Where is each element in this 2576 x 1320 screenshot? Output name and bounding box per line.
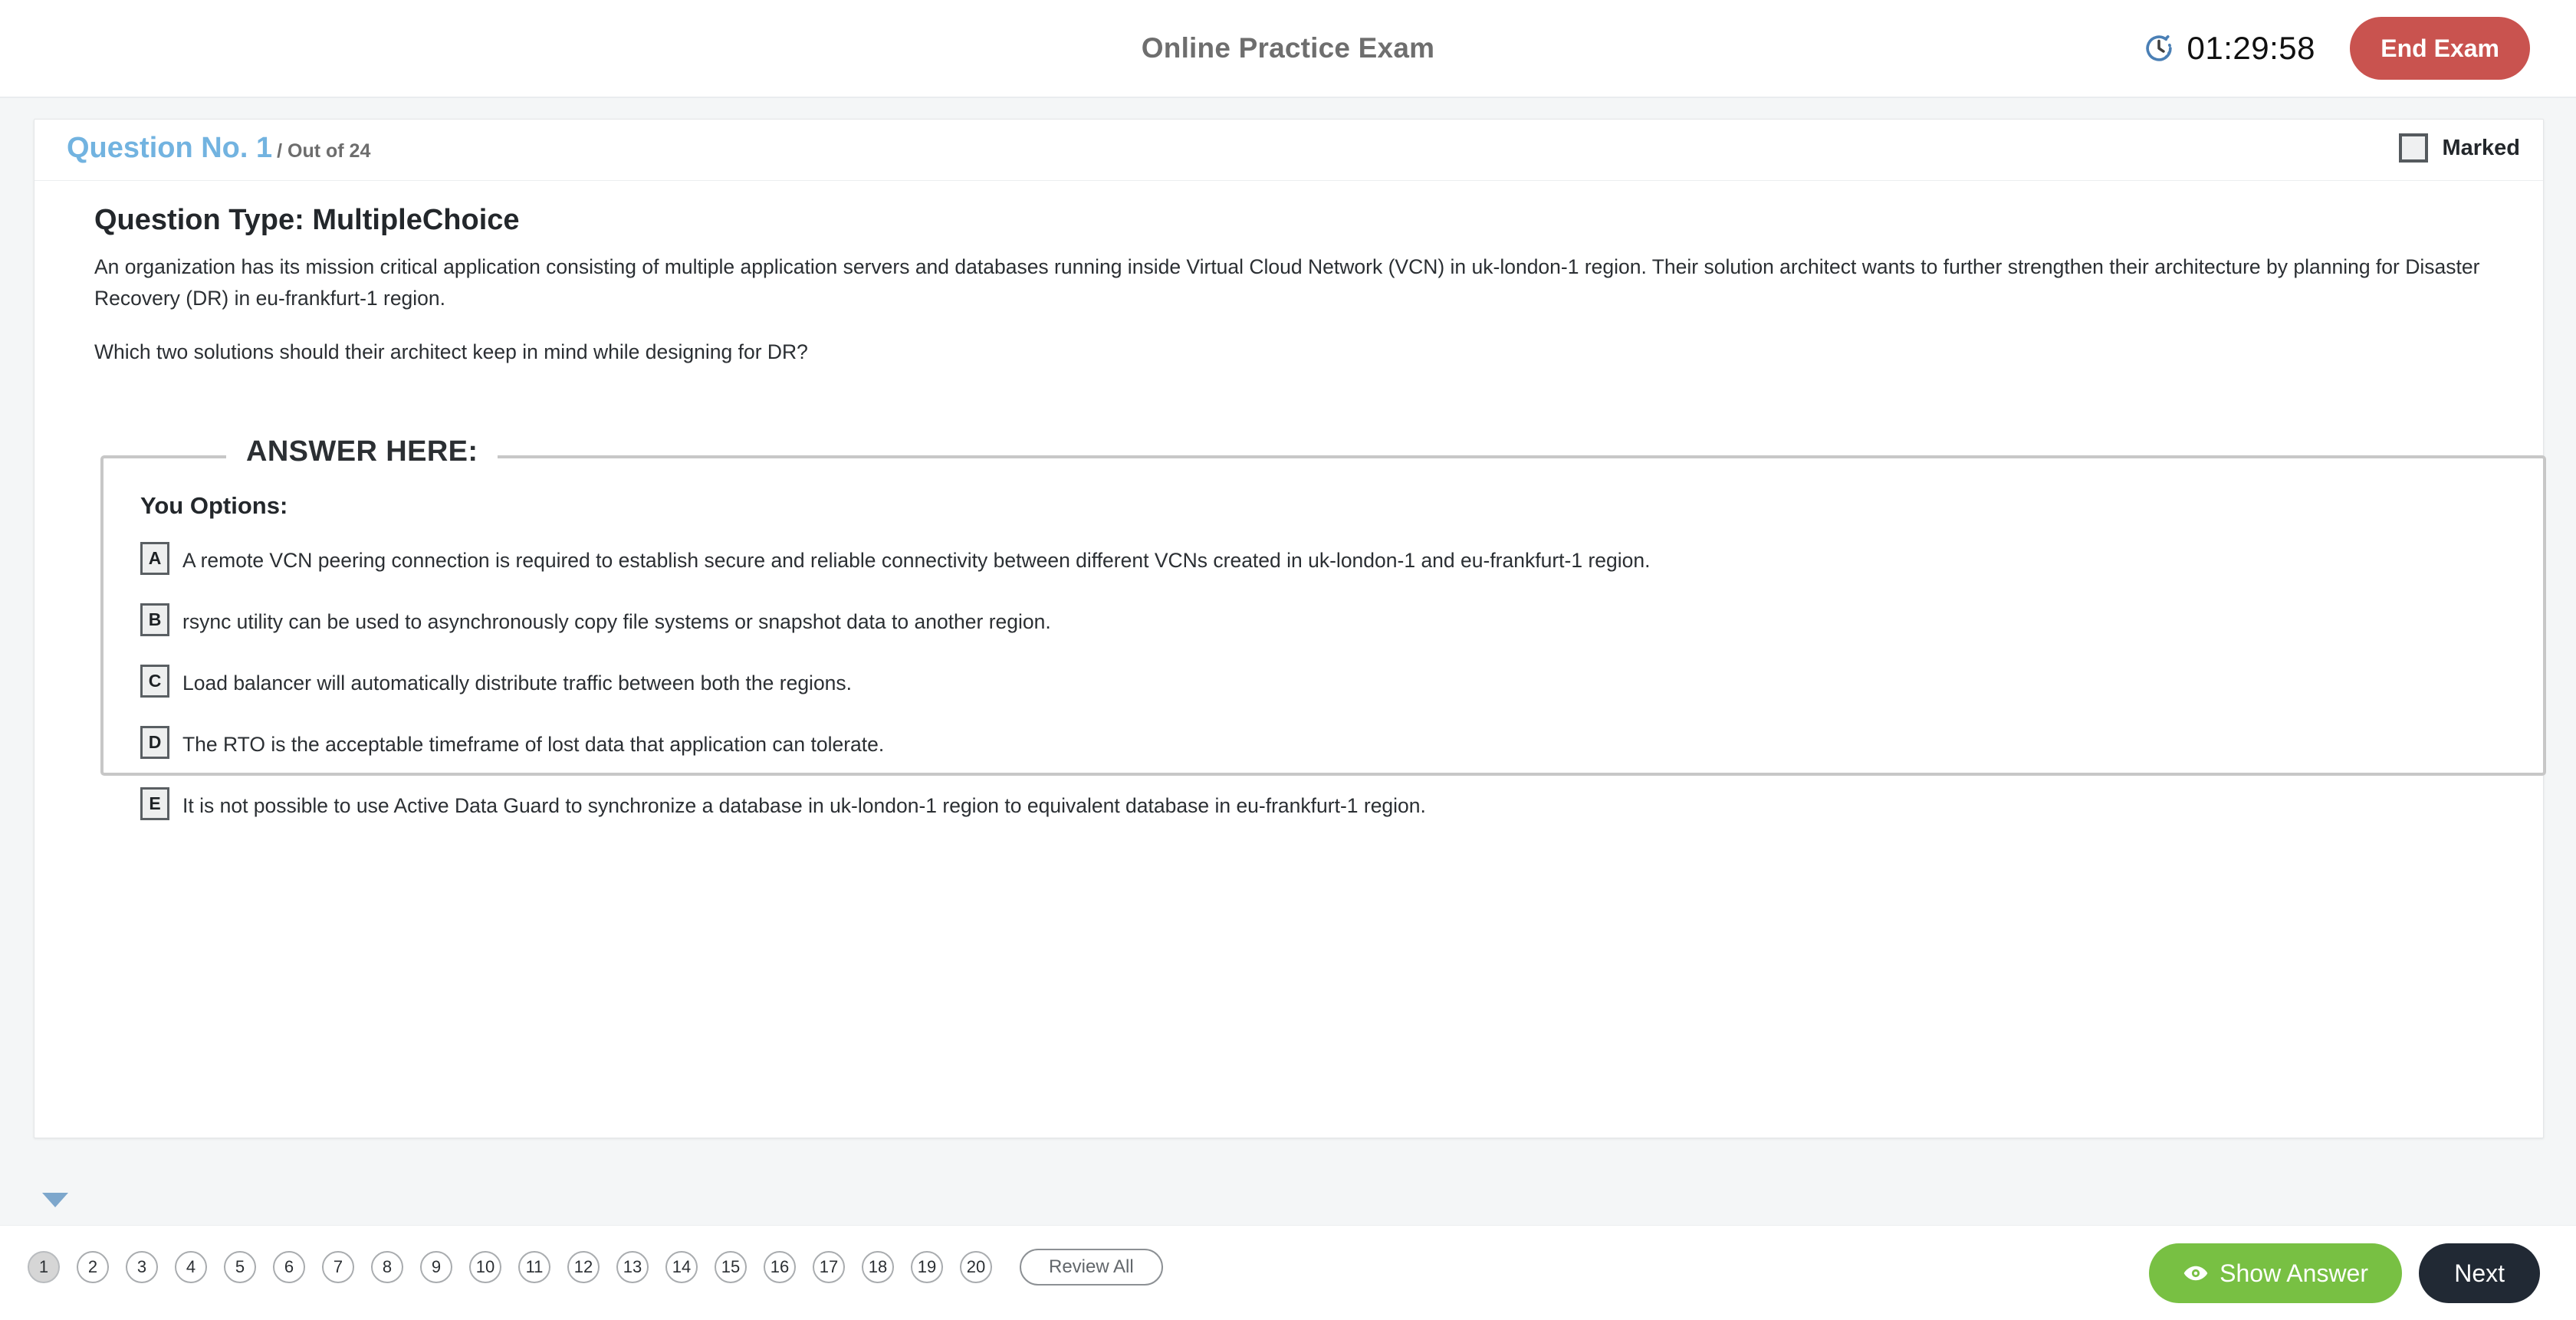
- option-text: rsync utility can be used to asynchronou…: [182, 610, 1051, 633]
- page-button-5[interactable]: 5: [224, 1251, 256, 1283]
- page-button-1[interactable]: 1: [28, 1251, 60, 1283]
- question-type: Question Type: MultipleChoice: [94, 204, 520, 236]
- answer-legend: ANSWER HERE:: [226, 435, 498, 468]
- option-letter-badge: E: [140, 787, 169, 820]
- page-button-16[interactable]: 16: [764, 1251, 796, 1283]
- next-button[interactable]: Next: [2419, 1243, 2540, 1303]
- review-all-button[interactable]: Review All: [1020, 1249, 1163, 1286]
- question-out-of-label: / Out of 24: [277, 140, 371, 162]
- marked-label: Marked: [2442, 135, 2520, 160]
- page-button-3[interactable]: 3: [126, 1251, 158, 1283]
- bottom-nav-bar: 1 2 3 4 5 6 7 8 9 10 11 12 13 14 15 16 1…: [0, 1225, 2576, 1320]
- page-button-4[interactable]: 4: [175, 1251, 207, 1283]
- marked-toggle[interactable]: Marked: [2399, 133, 2520, 163]
- end-exam-button[interactable]: End Exam: [2350, 17, 2530, 80]
- option-letter-badge: C: [140, 665, 169, 698]
- question-number-label: Question No. 1: [67, 132, 273, 164]
- options-title: You Options:: [140, 492, 288, 519]
- timer-value: 01:29:58: [2187, 30, 2315, 66]
- question-text: An organization has its mission critical…: [94, 251, 2525, 390]
- page-button-10[interactable]: 10: [469, 1251, 501, 1283]
- option-text: A remote VCN peering connection is requi…: [182, 549, 1651, 572]
- page-button-9[interactable]: 9: [420, 1251, 452, 1283]
- question-number: Question No. 1/ Out of 24: [67, 132, 370, 165]
- show-answer-label: Show Answer: [2220, 1259, 2368, 1287]
- answer-fieldset: ANSWER HERE: You Options: A A remote VCN…: [100, 435, 2546, 820]
- page-button-11[interactable]: 11: [518, 1251, 550, 1283]
- page-button-6[interactable]: 6: [273, 1251, 305, 1283]
- page-button-12[interactable]: 12: [567, 1251, 600, 1283]
- page-button-18[interactable]: 18: [862, 1251, 894, 1283]
- page-button-17[interactable]: 17: [813, 1251, 845, 1283]
- eye-icon: [2183, 1260, 2209, 1286]
- question-paragraph: Which two solutions should their archite…: [94, 340, 808, 363]
- option-row[interactable]: C Load balancer will automatically distr…: [140, 664, 2517, 698]
- option-text: It is not possible to use Active Data Gu…: [182, 794, 1426, 817]
- clock-icon: [2143, 32, 2175, 64]
- option-row[interactable]: B rsync utility can be used to asynchron…: [140, 603, 2517, 637]
- options-list: A A remote VCN peering connection is req…: [140, 541, 2517, 848]
- page-button-15[interactable]: 15: [715, 1251, 747, 1283]
- option-text: The RTO is the acceptable timeframe of l…: [182, 733, 885, 756]
- option-row[interactable]: A A remote VCN peering connection is req…: [140, 541, 2517, 576]
- exam-timer: 01:29:58: [2143, 0, 2316, 97]
- option-row[interactable]: D The RTO is the acceptable timeframe of…: [140, 725, 2517, 760]
- page-button-20[interactable]: 20: [960, 1251, 992, 1283]
- question-card-header: Question No. 1/ Out of 24 Marked: [34, 120, 2543, 181]
- page-button-7[interactable]: 7: [322, 1251, 354, 1283]
- option-text: Load balancer will automatically distrib…: [182, 671, 853, 694]
- page-button-13[interactable]: 13: [616, 1251, 649, 1283]
- question-pagination: 1 2 3 4 5 6 7 8 9 10 11 12 13 14 15 16 1…: [28, 1249, 1163, 1286]
- option-letter-badge: D: [140, 726, 169, 759]
- marked-checkbox[interactable]: [2399, 133, 2429, 163]
- question-paragraph: An organization has its mission critical…: [94, 255, 2480, 310]
- question-card: Question No. 1/ Out of 24 Marked Questio…: [34, 119, 2546, 1138]
- triangle-down-icon[interactable]: [42, 1193, 68, 1207]
- option-letter-badge: B: [140, 603, 169, 636]
- page-button-2[interactable]: 2: [77, 1251, 109, 1283]
- page-button-19[interactable]: 19: [911, 1251, 943, 1283]
- option-letter-badge: A: [140, 542, 169, 575]
- option-row[interactable]: E It is not possible to use Active Data …: [140, 786, 2517, 821]
- page-button-14[interactable]: 14: [665, 1251, 698, 1283]
- show-answer-button[interactable]: Show Answer: [2149, 1243, 2402, 1303]
- top-header-bar: Online Practice Exam 01:29:58 End Exam: [0, 0, 2576, 98]
- page-button-8[interactable]: 8: [371, 1251, 403, 1283]
